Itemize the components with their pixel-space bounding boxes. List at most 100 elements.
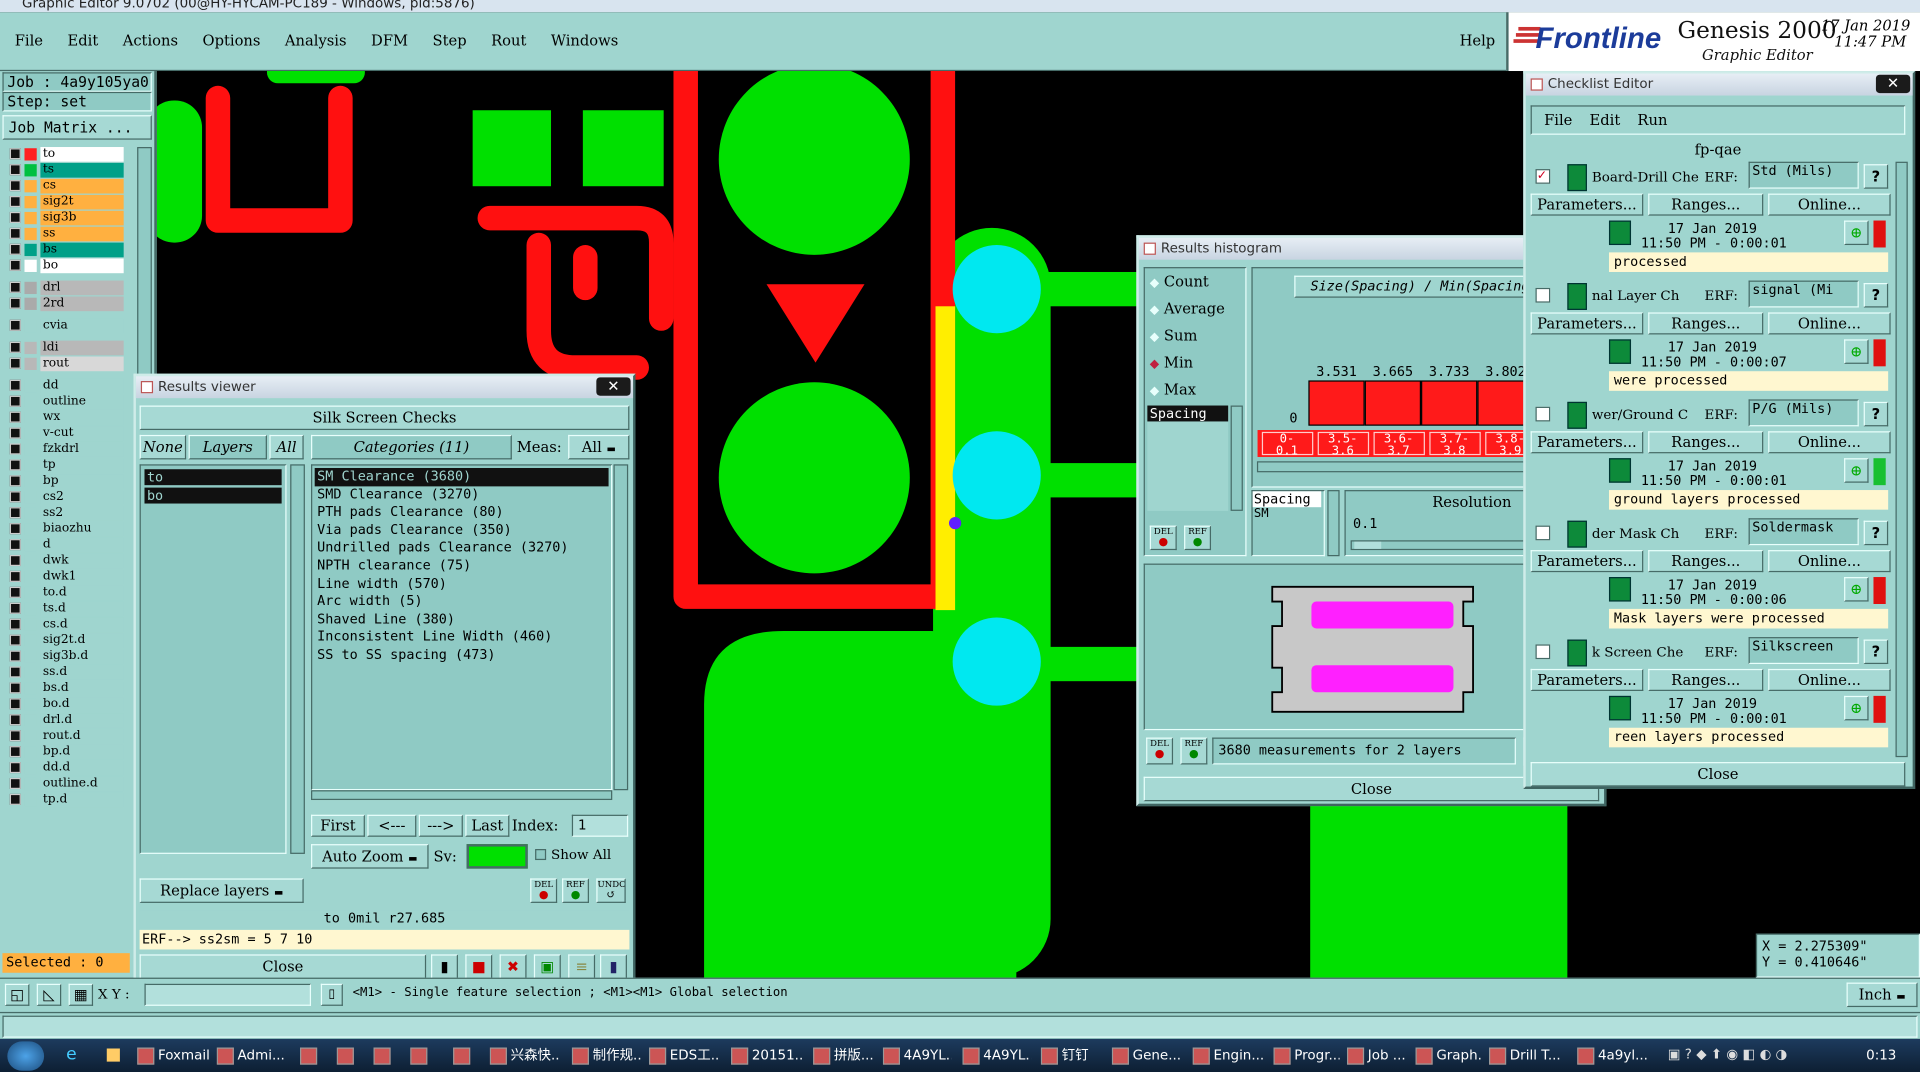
sv-color-select[interactable] bbox=[466, 844, 528, 869]
next-button[interactable]: ---> bbox=[418, 814, 463, 837]
ranges-button[interactable]: Ranges... bbox=[1648, 431, 1764, 454]
checklist-action-icon[interactable] bbox=[1567, 520, 1587, 548]
help-button[interactable]: ? bbox=[1863, 639, 1889, 665]
message-field[interactable] bbox=[2, 1015, 1918, 1038]
layer-color-swatch[interactable] bbox=[24, 164, 37, 177]
layer-color-swatch[interactable] bbox=[24, 650, 37, 663]
ranges-button[interactable]: Ranges... bbox=[1648, 550, 1764, 573]
checklist-action-icon[interactable] bbox=[1567, 401, 1587, 429]
job-matrix-button[interactable]: Job Matrix ... bbox=[2, 115, 152, 140]
layer-row[interactable]: fzkdrl bbox=[9, 442, 124, 457]
all-layers-button[interactable]: All bbox=[269, 434, 304, 460]
checklist-item-checkbox[interactable] bbox=[1535, 287, 1551, 303]
layer-row[interactable]: bs.d bbox=[9, 681, 124, 696]
taskbar-item[interactable]: 钉钉 bbox=[1040, 1039, 1102, 1072]
layer-row[interactable]: tp.d bbox=[9, 792, 124, 808]
layer-checkbox[interactable] bbox=[9, 793, 21, 805]
layer-row[interactable]: outline bbox=[9, 394, 124, 410]
layer-row[interactable]: ts bbox=[9, 162, 124, 178]
preview-ref-button[interactable]: REF ● bbox=[1180, 737, 1208, 765]
taskbar-item[interactable]: Foxmail bbox=[137, 1039, 210, 1072]
measure-list-scrollbar[interactable] bbox=[1230, 405, 1243, 511]
run-icon[interactable] bbox=[1608, 695, 1632, 721]
layer-row[interactable]: sig3b bbox=[9, 210, 124, 226]
layer-checkbox[interactable] bbox=[9, 698, 21, 710]
checklist-item-checkbox[interactable] bbox=[1535, 644, 1551, 660]
layer-row[interactable]: ss.d bbox=[9, 665, 124, 680]
layer-color-swatch[interactable] bbox=[24, 411, 37, 424]
taskbar-item[interactable] bbox=[410, 1039, 442, 1072]
taskbar-item[interactable]: Drill T... bbox=[1488, 1039, 1565, 1072]
layer-color-swatch[interactable] bbox=[24, 777, 37, 791]
taskbar-item[interactable]: Job ... bbox=[1346, 1039, 1408, 1072]
layer-checkbox[interactable] bbox=[9, 243, 21, 255]
category-item[interactable]: SM Clearance (3680) bbox=[314, 468, 609, 486]
taskbar-item[interactable] bbox=[336, 1039, 364, 1072]
categories-button[interactable]: Categories (11) bbox=[311, 434, 512, 460]
layer-checkbox[interactable] bbox=[9, 297, 21, 309]
layer-row[interactable]: dd bbox=[9, 378, 124, 394]
layer-row[interactable]: sig3b.d bbox=[9, 649, 124, 665]
layer-row[interactable]: dwk bbox=[9, 553, 124, 569]
layer-color-swatch[interactable] bbox=[24, 459, 37, 472]
taskbar-item[interactable]: Graph... bbox=[1415, 1039, 1482, 1072]
result-layer-item[interactable]: to bbox=[144, 469, 282, 486]
parameters-button[interactable]: Parameters... bbox=[1530, 312, 1644, 335]
taskbar-item[interactable]: 4A9YL... bbox=[882, 1039, 951, 1072]
undo-button[interactable]: UNDO ↺ bbox=[596, 878, 626, 903]
results-viewer-close-button[interactable]: Close bbox=[139, 954, 427, 979]
layer-color-swatch[interactable] bbox=[24, 180, 37, 193]
layer-checkbox[interactable] bbox=[9, 211, 21, 223]
layer-checkbox[interactable] bbox=[9, 666, 21, 678]
layer-color-swatch[interactable] bbox=[24, 281, 37, 295]
taskbar-item[interactable]: Engin... bbox=[1192, 1039, 1264, 1072]
preview-del-button[interactable]: DEL ● bbox=[1146, 737, 1174, 765]
measure2-scrollbar[interactable] bbox=[1327, 490, 1340, 557]
category-list[interactable]: SM Clearance (3680) SMD Clearance (3270) P… bbox=[311, 464, 613, 791]
layer-checkbox[interactable] bbox=[9, 682, 21, 694]
del-button[interactable]: DEL ● bbox=[530, 878, 558, 903]
folder-icon[interactable]: ■ bbox=[105, 1045, 121, 1065]
help-menu[interactable]: Help bbox=[1460, 32, 1496, 49]
layer-color-swatch[interactable] bbox=[24, 395, 37, 408]
help-button[interactable]: ? bbox=[1863, 401, 1889, 427]
menu-dfm[interactable]: DFM bbox=[371, 32, 408, 49]
menu-file[interactable]: File bbox=[15, 32, 43, 49]
menu-rout[interactable]: Rout bbox=[491, 32, 526, 49]
layer-row[interactable]: v-cut bbox=[9, 426, 124, 442]
taskbar-item[interactable]: 制作规... bbox=[571, 1039, 643, 1072]
layer-color-swatch[interactable] bbox=[24, 602, 37, 616]
layer-checkbox[interactable] bbox=[9, 507, 21, 519]
xy-input[interactable] bbox=[144, 983, 312, 1006]
layer-color-swatch[interactable] bbox=[24, 714, 37, 727]
measure2-label[interactable]: Spacing bbox=[1252, 491, 1322, 508]
ranges-button[interactable]: Ranges... bbox=[1648, 668, 1764, 691]
category-item[interactable]: Shaved Line (380) bbox=[315, 611, 609, 629]
layer-row[interactable]: wx bbox=[9, 410, 124, 426]
first-button[interactable]: First bbox=[311, 814, 365, 837]
layer-color-swatch[interactable] bbox=[24, 227, 37, 241]
results-zoom-icon[interactable]: ⊕ bbox=[1844, 220, 1869, 246]
layer-checkbox[interactable] bbox=[9, 539, 21, 551]
layer-color-swatch[interactable] bbox=[24, 259, 37, 272]
layer-checkbox[interactable] bbox=[9, 227, 21, 239]
layer-color-swatch[interactable] bbox=[24, 297, 37, 310]
category-item[interactable]: Line width (570) bbox=[315, 575, 609, 593]
auto-zoom-select[interactable]: Auto Zoom ▬ bbox=[311, 844, 429, 869]
close-icon[interactable]: ✕ bbox=[1875, 74, 1911, 94]
layer-color-swatch[interactable] bbox=[24, 427, 37, 440]
slider-thumb[interactable] bbox=[1354, 541, 1382, 549]
index-input[interactable]: 1 bbox=[571, 814, 629, 837]
results-zoom-icon[interactable]: ⊕ bbox=[1844, 577, 1869, 602]
layer-checkbox[interactable] bbox=[9, 570, 21, 582]
results-zoom-icon[interactable]: ⊕ bbox=[1844, 458, 1869, 483]
help-button[interactable]: ? bbox=[1863, 164, 1889, 189]
export-icon[interactable]: ▣ bbox=[533, 954, 561, 979]
category-item[interactable]: PTH pads Clearance (80) bbox=[315, 504, 609, 522]
layer-checkbox[interactable] bbox=[9, 395, 21, 407]
measure-list[interactable]: Spacing bbox=[1147, 405, 1229, 511]
none-button[interactable]: None bbox=[139, 434, 187, 460]
layers-button[interactable]: Layers bbox=[188, 434, 267, 460]
help-button[interactable]: ? bbox=[1863, 283, 1889, 308]
layer-checkbox[interactable] bbox=[9, 281, 21, 293]
